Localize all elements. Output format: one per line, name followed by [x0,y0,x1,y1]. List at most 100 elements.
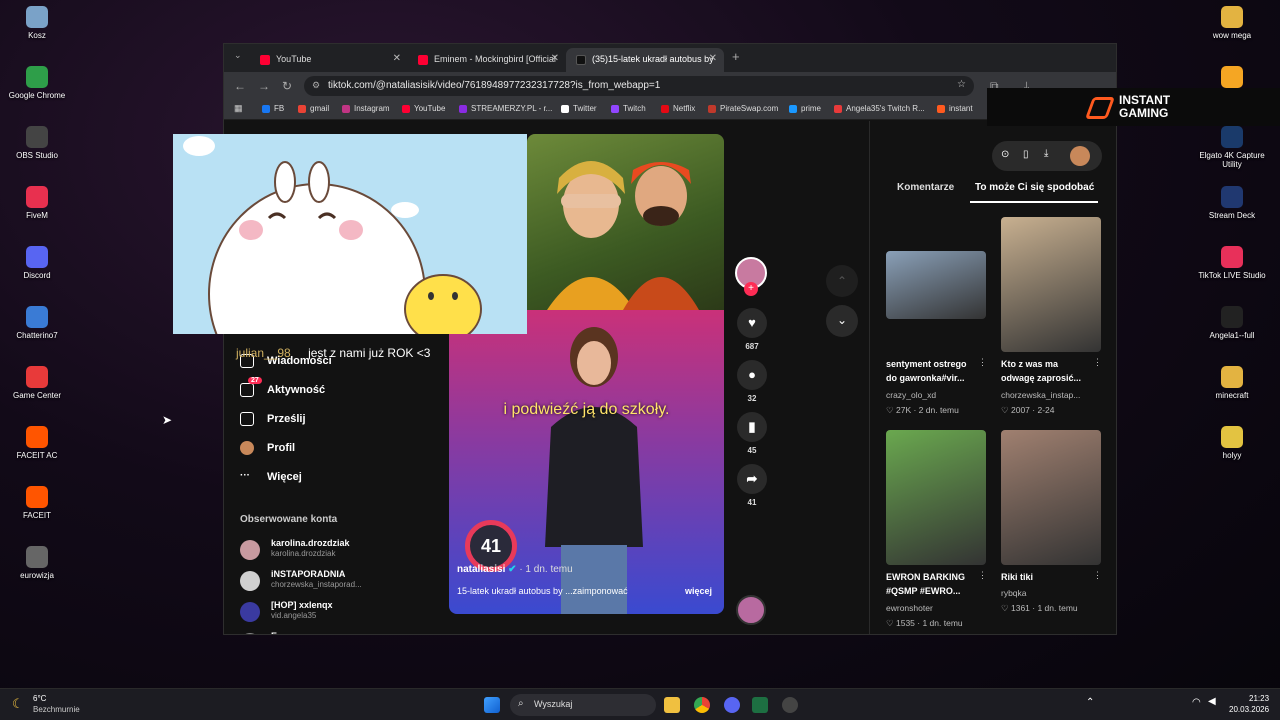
desktop-icon[interactable]: Google Chrome [0,66,74,100]
bookmark-item[interactable]: PirateSwap.com [708,104,778,113]
wifi-icon[interactable]: ◠ [1192,697,1201,708]
tab-youtube[interactable]: YouTube ✕ [250,48,408,72]
bookmark-favicon-icon [262,105,270,113]
bookmark-star-icon[interactable]: ☆ [957,79,966,90]
bookmark-item[interactable]: Angela35's Twitch R... [834,104,925,113]
action-count: 41 [747,498,757,507]
close-tab-icon[interactable]: ✕ [551,53,559,64]
start-windows-icon[interactable] [484,697,500,713]
desktop-icon[interactable]: Kosz [0,6,74,40]
desktop-icon[interactable]: Stream Deck [1195,186,1269,220]
url-input[interactable]: ⚙ tiktok.com/@nataliasisik/video/7618948… [304,76,974,96]
share-action[interactable]: ➦ 41 [734,464,770,507]
video-author[interactable]: nataliasisi ✔ · 1 dn. temu [457,564,573,575]
desktop-icon[interactable]: TikTok LIVE Studio [1195,246,1269,280]
bookmark-item[interactable]: FB [262,104,284,113]
reload-icon[interactable]: ↻ [282,79,292,93]
phone-icon[interactable]: ▯ [1023,149,1029,160]
desktop-icon[interactable]: Angela1--full [1195,306,1269,340]
bookmark-item[interactable]: instant [937,104,973,113]
desktop-icon-label: FACEIT [22,511,51,520]
tray-chevron-icon[interactable]: ⌃ [1086,697,1094,708]
desktop-icon[interactable]: FACEIT [0,486,74,520]
close-tab-icon[interactable]: ✕ [709,53,717,64]
desktop-icon[interactable]: FiveM [0,186,74,220]
taskbar-search[interactable]: ⌕ Wyszukaj [510,694,656,716]
site-info-icon[interactable]: ⚙ [312,80,320,91]
video-thumbnail[interactable] [1001,217,1101,352]
desktop-icon-label: FiveM [26,211,48,220]
desktop-app-icon [26,6,48,28]
chat-overlay: julian__98 jest z nami już ROK <3 [236,346,430,360]
profile-icon [240,441,254,455]
close-tab-icon[interactable]: ✕ [393,53,401,64]
tab-comments[interactable]: Komentarze [897,182,954,193]
bookmark-item[interactable]: Netflix [661,104,695,113]
apps-grid-icon[interactable]: ▦ [234,103,243,114]
compass-icon[interactable]: ⊙ [1001,149,1009,160]
card-stats: ♡ 1361 · 1 dn. temu [1001,603,1078,614]
account-name: [HOP] xxlenqx [271,600,333,610]
bookmark-item[interactable]: prime [789,104,821,113]
card-title[interactable]: Kto z was ma odwagę zaprosić... [1001,357,1093,385]
more-options-icon[interactable]: ⋮ [1093,570,1102,581]
discord-icon[interactable] [724,697,740,713]
desktop-icon[interactable]: Elgato 4K Capture Utility [1195,126,1269,169]
forward-icon[interactable]: → [258,79,270,93]
clock-date[interactable]: 20.03.2026 [1229,705,1269,714]
desktop-icon[interactable]: holyy [1195,426,1269,460]
desktop-icon-label: minecraft [1215,391,1249,400]
desktop-icon[interactable]: Discord [0,246,74,280]
file-explorer-icon[interactable] [664,697,680,713]
bookmark-action[interactable]: ▮ 45 [734,412,770,455]
couple-video-overlay [527,134,724,310]
user-avatar[interactable] [1070,146,1090,166]
tab-tiktok[interactable]: (35)15-latek ukradł autobus by ✕ [566,48,724,72]
bookmark-item[interactable]: YouTube [402,104,445,113]
desktop-icon[interactable]: OBS Studio [0,126,74,160]
tab-title: (35)15-latek ukradł autobus by [592,54,714,64]
chrome-icon[interactable] [694,697,710,713]
heart-action[interactable]: ♥ 687 [734,308,770,351]
comment-action[interactable]: ● 32 [734,360,770,403]
more-options-icon[interactable]: ⋮ [978,570,987,581]
followed-title: Obserwowane konta [240,514,338,525]
desktop-icon[interactable]: minecraft [1195,366,1269,400]
bookmark-item[interactable]: Twitter [561,104,597,113]
previous-video-button[interactable]: ⌃ [826,265,858,297]
tab-eminem[interactable]: Eminem - Mockingbird [Official ✕ [408,48,566,72]
desktop-icon[interactable]: Chatterino7 [0,306,74,340]
bookmark-item[interactable]: gmail [298,104,329,113]
video-thumbnail[interactable] [1001,430,1101,565]
more-link[interactable]: więcej [685,586,712,596]
app-icon[interactable] [782,697,798,713]
back-icon[interactable]: ← [234,79,246,93]
card-title[interactable]: EWRON BARKING #QSMP #EWRO... [886,570,978,598]
video-thumbnail[interactable] [886,251,986,319]
new-tab-button[interactable]: + [732,49,740,64]
sound-avatar[interactable] [736,595,766,625]
excel-icon[interactable] [752,697,768,713]
desktop-icon[interactable]: eurowizja [0,546,74,580]
desktop-icon[interactable]: FACEIT AC [0,426,74,460]
download-icon[interactable]: ⤓ [1044,148,1048,159]
tab-suggested[interactable]: To może Ci się spodobać [975,182,1094,193]
video-player[interactable]: i podwieźć ją do szkoły. 41 nataliasisi … [449,297,724,614]
tab-search-icon[interactable]: ⌄ [234,50,242,61]
clock-time[interactable]: 21:23 [1249,694,1269,703]
more-options-icon[interactable]: ⋮ [978,357,987,368]
video-thumbnail[interactable] [886,430,986,565]
more-options-icon[interactable]: ⋮ [1093,357,1102,368]
volume-icon[interactable]: ◀ [1208,696,1216,707]
desktop-app-icon [26,186,48,208]
bookmark-item[interactable]: Instagram [342,104,390,113]
card-title[interactable]: sentyment ostrego do gawronka#vir... [886,357,978,385]
bookmark-item[interactable]: Twitch [611,104,646,113]
instant-gaming-banner: INSTANT GAMING [987,88,1280,126]
action-count: 32 [747,394,757,403]
desktop-icon[interactable]: Game Center [0,366,74,400]
desktop-icon[interactable]: wow mega [1195,6,1269,40]
bookmark-item[interactable]: STREAMERZY.PL - r... [459,104,552,113]
next-video-button[interactable]: ⌄ [826,305,858,337]
follow-plus-icon[interactable]: + [744,282,758,296]
